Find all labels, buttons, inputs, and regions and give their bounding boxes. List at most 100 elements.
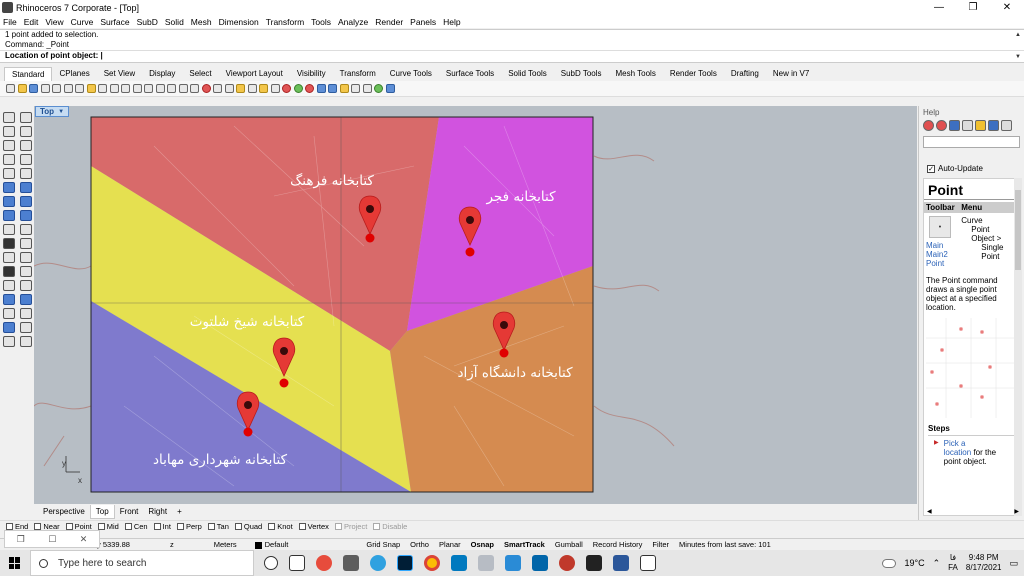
maximize-window-icon[interactable]: ☐ [48,534,56,545]
osnap-tan[interactable]: Tan [207,522,229,531]
explode-icon[interactable] [20,266,32,277]
subd-icon[interactable] [20,210,32,221]
display-panel-icon[interactable] [949,120,960,131]
osnap-checkbox[interactable] [65,523,73,530]
rotate-view-icon[interactable] [121,84,130,93]
cplane-icon[interactable] [224,84,234,93]
task-view-icon[interactable] [289,555,305,571]
file-explorer-icon[interactable] [343,555,359,571]
scroll-thumb[interactable] [1015,190,1021,270]
command-scrollbar[interactable]: ▲ ▼ [1014,32,1022,60]
polygon-icon[interactable] [20,154,32,165]
menu-render[interactable]: Render [375,17,403,27]
select-arrow-icon[interactable] [3,112,15,123]
tray-chevron-icon[interactable]: ⌃ [933,558,941,569]
rhino-taskbar-icon[interactable] [478,555,494,571]
text-icon[interactable] [3,238,15,249]
restore-window-icon[interactable]: ❐ [17,534,25,545]
menu-edit[interactable]: Edit [24,17,39,27]
split-icon[interactable] [20,252,32,263]
pdf-app-icon[interactable] [316,555,332,571]
word-taskbar-icon[interactable] [613,555,629,571]
four-viewports-icon[interactable] [190,84,199,93]
menu-help[interactable]: Help [443,17,460,27]
save-icon[interactable] [29,84,38,93]
toolbar-link-point[interactable]: Point [924,259,959,268]
help-icon[interactable] [374,84,383,93]
menu-analyze[interactable]: Analyze [338,17,368,27]
curve-icon[interactable] [20,126,32,137]
menu-solid[interactable]: Solid [165,17,184,27]
close-button[interactable]: ✕ [990,0,1024,15]
osnap-disable[interactable]: Disable [373,522,407,531]
menu-view[interactable]: View [45,17,63,27]
photoshop-icon[interactable] [397,555,413,571]
grid-snap-toggle[interactable]: Grid Snap [361,540,405,549]
shaded-sphere-icon[interactable] [316,84,326,93]
menu-tools[interactable]: Tools [311,17,331,27]
new-icon[interactable] [6,84,15,93]
rendered-sphere-icon[interactable] [328,84,337,93]
scale-icon[interactable] [20,294,32,305]
planar-toggle[interactable]: Planar [434,540,466,549]
rotate-icon[interactable] [3,294,15,305]
osnap-quad[interactable]: Quad [234,522,262,531]
print-icon[interactable] [40,84,50,93]
menu-subd[interactable]: SubD [137,17,158,27]
tab-cplanes[interactable]: CPlanes [52,67,96,81]
tab-perspective[interactable]: Perspective [38,505,90,519]
tab-front[interactable]: Front [115,505,144,519]
arc-icon[interactable] [20,140,32,151]
word-icon[interactable] [988,120,999,131]
folder-icon[interactable] [975,120,986,131]
osnap-cen[interactable]: Cen [124,522,148,531]
tab-right[interactable]: Right [143,505,172,519]
osnap-checkbox[interactable] [268,523,276,530]
select-icon[interactable] [236,84,245,93]
osnap-toggle[interactable]: Osnap [466,540,499,549]
filter-icon[interactable] [362,84,372,93]
point-icon[interactable] [20,112,32,123]
filter-toggle[interactable]: Filter [647,540,674,549]
properties-icon[interactable] [52,84,61,93]
menu-dimension[interactable]: Dimension [219,17,259,27]
menu-surface[interactable]: Surface [100,17,129,27]
lock-icon[interactable] [247,84,257,93]
tab-solid-tools[interactable]: Solid Tools [501,67,554,81]
edge-icon[interactable] [370,555,386,571]
weather-cloud-icon[interactable] [882,558,897,568]
start-button[interactable] [0,550,30,576]
layer-display[interactable]: Default [250,540,294,549]
open-icon[interactable] [17,84,27,93]
tab-top[interactable]: Top [89,505,115,519]
tab-mesh-tools[interactable]: Mesh Tools [609,67,663,81]
smarttrack-toggle[interactable]: SmartTrack [499,540,550,549]
minimize-button[interactable]: — [922,0,956,15]
zoom-selected-icon[interactable] [167,84,176,93]
scroll-up-icon[interactable]: ▲ [1015,32,1021,38]
osnap-checkbox[interactable] [176,523,184,530]
tab-new-in-v7[interactable]: New in V7 [766,67,816,81]
trim-icon[interactable] [3,252,15,263]
viewport-title-button[interactable]: Top ▼ [35,106,70,117]
scroll-right-icon[interactable]: ▶ [1014,508,1019,515]
clock-icon[interactable] [1001,120,1012,131]
osnap-checkbox[interactable] [34,523,42,530]
pan-icon[interactable] [109,84,119,93]
copy-object-icon[interactable] [20,280,32,291]
render-sphere-icon[interactable] [305,84,314,93]
check-icon[interactable] [20,322,32,333]
thumbnail-overlay[interactable]: ❐ ☐ ✕ [4,530,100,548]
menu-transform[interactable]: Transform [266,17,304,27]
tab-set-view[interactable]: Set View [97,67,142,81]
pen-icon[interactable] [962,120,973,131]
join-icon[interactable] [3,266,15,277]
copy-icon[interactable] [75,84,84,93]
tab-display[interactable]: Display [142,67,182,81]
auto-update-checkbox[interactable]: ✓ [927,164,935,173]
add-viewport-icon[interactable]: + [172,505,187,519]
boolean-icon[interactable] [3,224,15,235]
vscode-icon[interactable] [532,555,548,571]
notes-app-icon[interactable] [505,555,521,571]
tab-drafting[interactable]: Drafting [724,67,766,81]
